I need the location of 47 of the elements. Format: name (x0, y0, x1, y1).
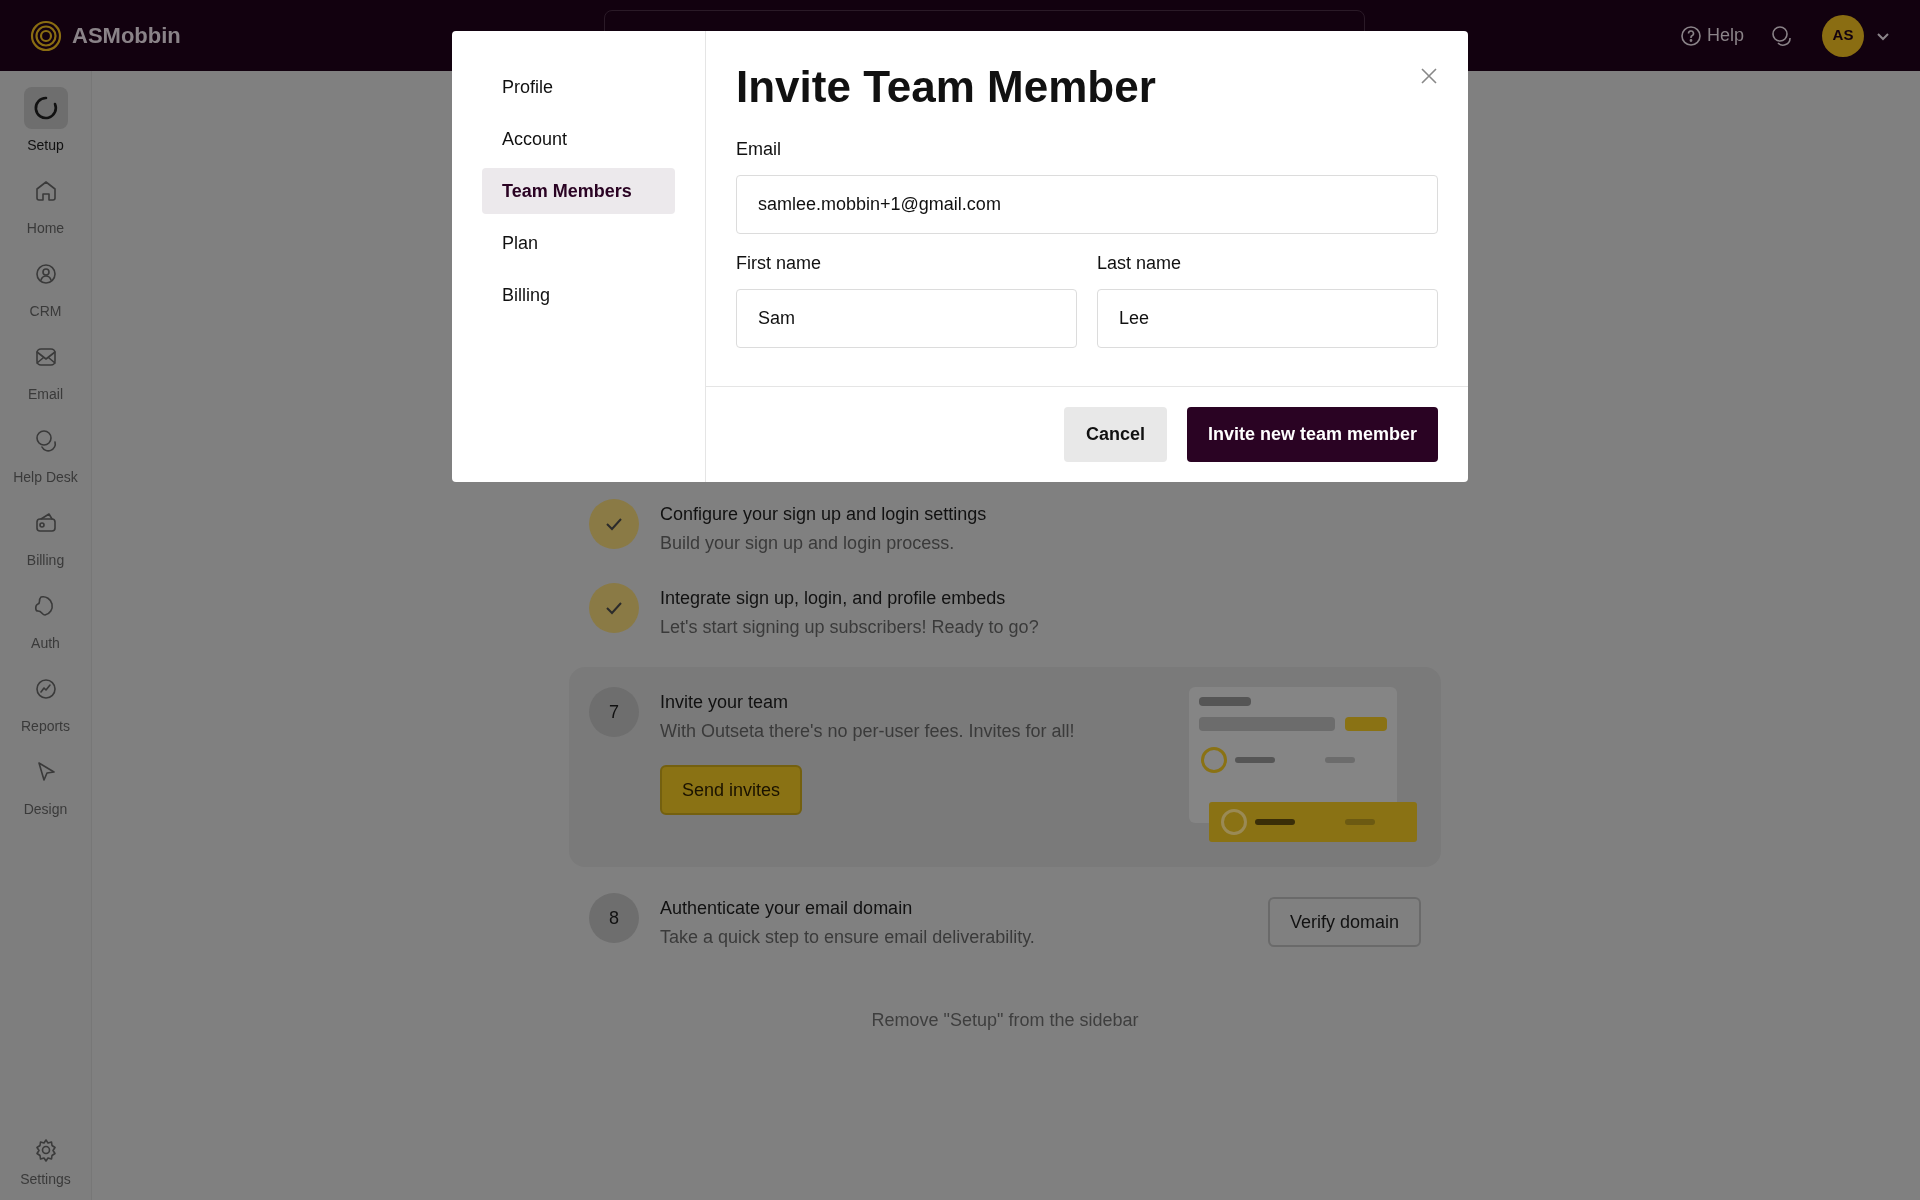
step-title: Configure your sign up and login settings (660, 503, 988, 526)
sidebar-item[interactable]: Auth (5, 585, 86, 654)
step-description: Let's start signing up subscribers! Ready to go? (660, 616, 1040, 639)
logo-icon (30, 19, 62, 52)
step-description: Build your sign up and login process. (660, 532, 956, 555)
text-field[interactable]: Sam (736, 288, 1077, 348)
chat-icon[interactable] (1770, 23, 1794, 48)
step-description: With Outseta there's no per-user fees. Invites for all! (660, 720, 1076, 743)
settings-tab[interactable]: Account (482, 116, 675, 162)
check-icon (589, 583, 639, 633)
field-label: Last name (1097, 251, 1183, 275)
verify-domain-button[interactable]: Verify domain (1267, 897, 1421, 947)
settings-button[interactable]: Settings (20, 1137, 71, 1190)
sidebar-item[interactable]: Reports (5, 668, 86, 737)
dialog-title: Invite Team Member (736, 61, 1156, 113)
sidebar-item[interactable]: Setup (5, 87, 86, 156)
settings-tab[interactable]: Plan (482, 220, 675, 266)
step-title: Integrate sign up, login, and profile embeds (660, 587, 1007, 610)
check-icon (589, 499, 639, 549)
send-invites-button[interactable]: Send invites (660, 765, 803, 815)
sidebar-item[interactable]: Email (5, 336, 86, 405)
settings-tab[interactable]: Profile (482, 64, 675, 110)
settings-tab[interactable]: Billing (482, 272, 675, 318)
sidebar-item[interactable]: Design (5, 751, 86, 820)
sidebar-item[interactable]: CRM (5, 253, 86, 322)
help-button[interactable]: Help (1679, 22, 1744, 49)
step-title: Invite your team (660, 691, 790, 714)
settings-tab[interactable]: Team Members (482, 168, 675, 214)
sidebar-item[interactable]: Help Desk (5, 419, 86, 488)
question-icon (1679, 24, 1702, 47)
cancel-button[interactable]: Cancel (1063, 407, 1167, 462)
brand-name: ASMobbin (72, 22, 181, 50)
field-label: First name (736, 251, 823, 275)
sidebar-item[interactable]: Billing (5, 502, 86, 571)
avatar[interactable]: AS (1822, 14, 1864, 57)
remove-setup-link[interactable]: Remove "Setup" from the sidebar (871, 1007, 1139, 1034)
field-label: Email (736, 137, 782, 161)
close-icon[interactable] (1420, 67, 1438, 85)
loader-icon (32, 95, 59, 121)
step-number: 7 (589, 687, 639, 737)
step-number: 8 (589, 893, 639, 943)
sidebar-item[interactable]: Home (5, 170, 86, 239)
invite-button[interactable]: Invite new team member (1186, 407, 1438, 462)
text-field[interactable]: Lee (1097, 288, 1438, 348)
step-description: Take a quick step to ensure email deliverability. (660, 926, 1036, 949)
step-title: Authenticate your email domain (660, 897, 914, 920)
text-field[interactable]: samlee.mobbin+1@gmail.com (736, 174, 1438, 234)
